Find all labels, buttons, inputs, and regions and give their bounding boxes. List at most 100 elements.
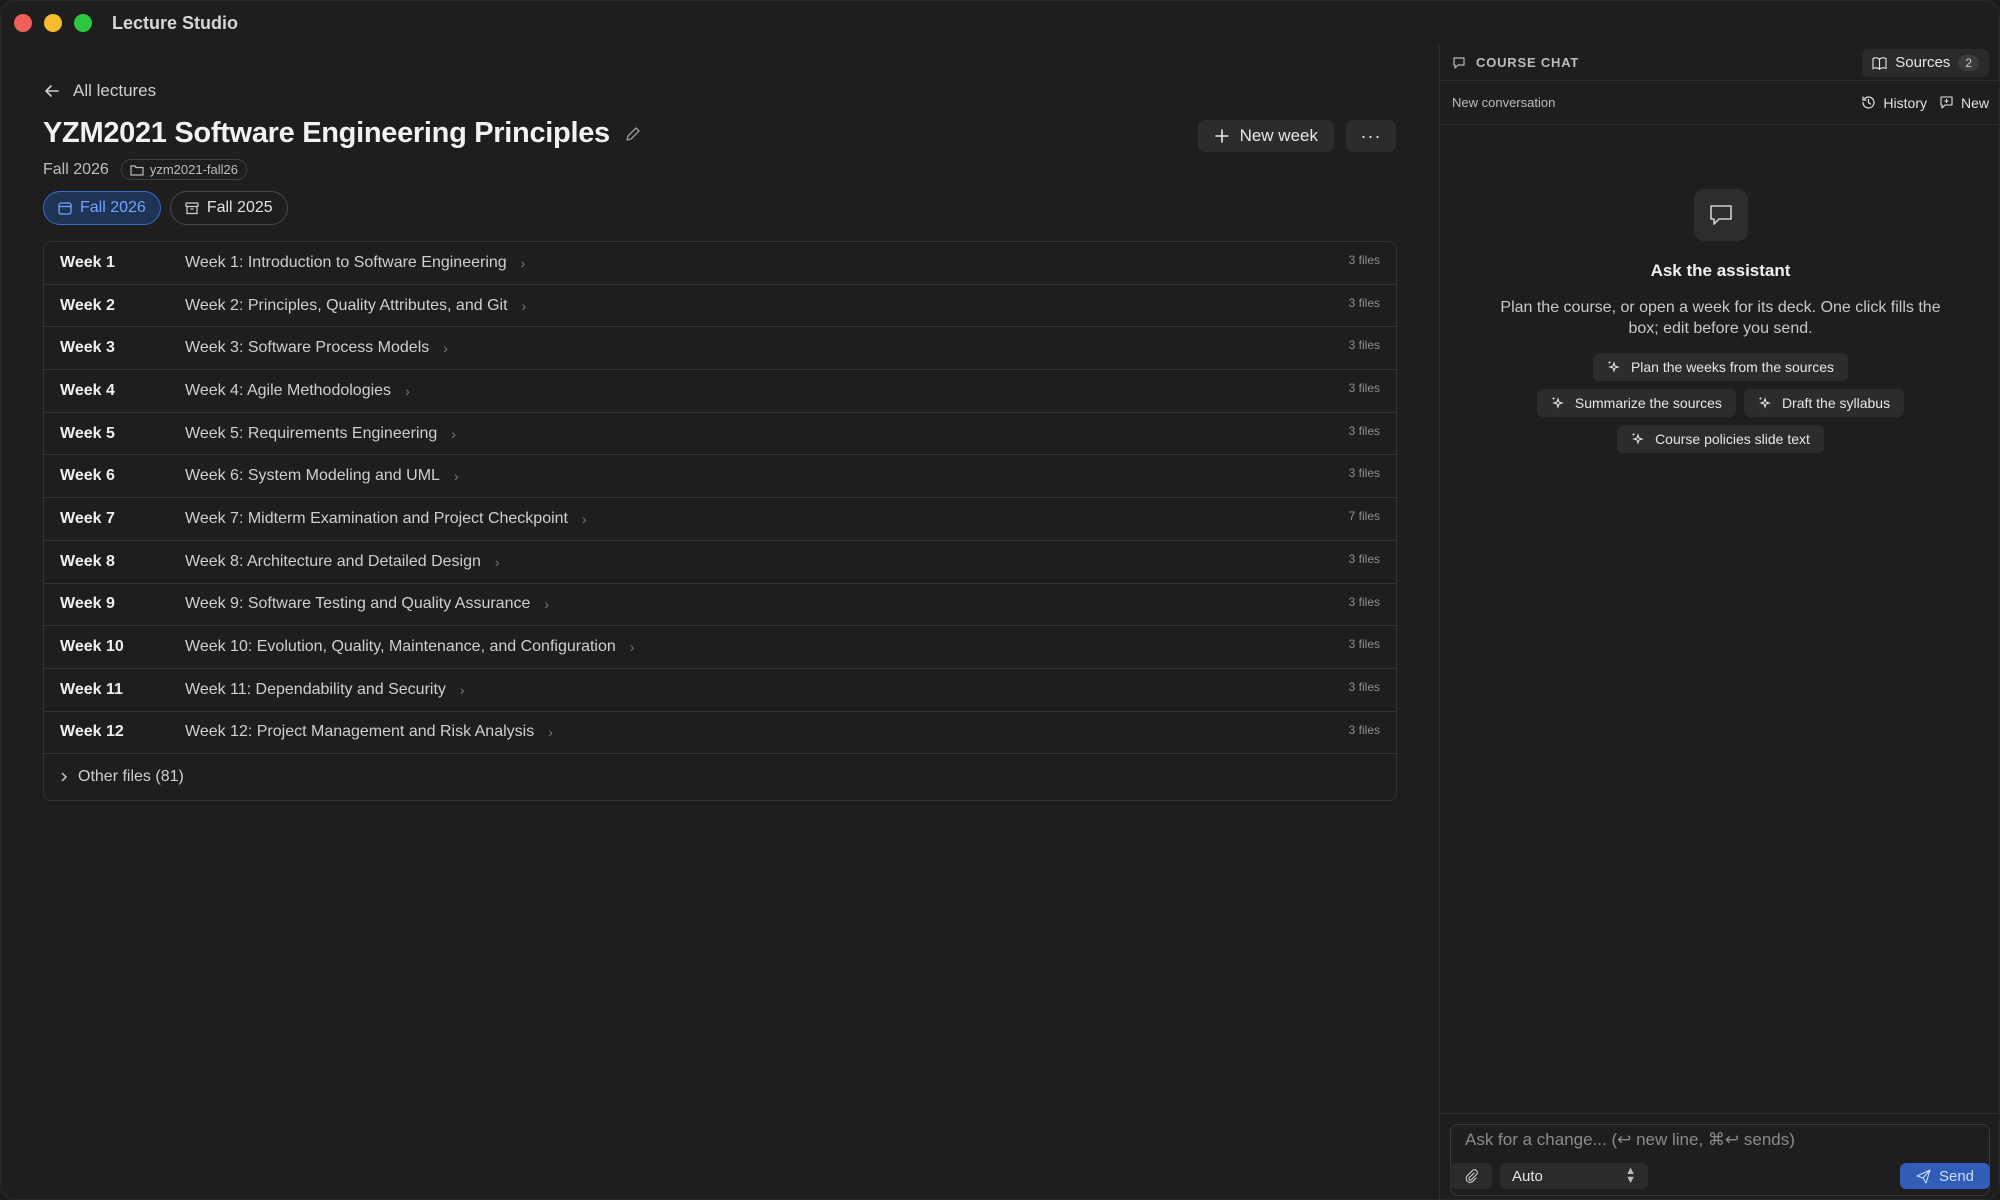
week-title: Week 6: System Modeling and UML <box>185 467 440 485</box>
conversation-bar: New conversation History New <box>1440 81 1999 125</box>
select-arrows-icon: ▲ ▼ <box>1625 1165 1636 1186</box>
week-title: Week 11: Dependability and Security <box>185 680 446 698</box>
week-title: Week 3: Software Process Models <box>185 339 430 357</box>
week-title: Week 8: Architecture and Detailed Design <box>185 552 481 570</box>
tab-semester-fall-2026[interactable]: Fall 2026 <box>43 191 161 225</box>
conversation-title: New conversation <box>1452 95 1556 110</box>
chevron-right-icon <box>61 772 67 782</box>
week-number: Week 1 <box>60 253 115 271</box>
week-title: Week 12: Project Management and Risk Ana… <box>185 723 535 741</box>
plus-icon <box>1214 129 1229 143</box>
paperclip-icon <box>1465 1168 1478 1183</box>
new-week-button[interactable]: New week <box>1197 120 1334 152</box>
week-row-9[interactable]: Week 9 Week 9: Software Testing and Quali… <box>44 584 1396 627</box>
week-number: Week 3 <box>60 339 115 357</box>
week-title: Week 2: Principles, Quality Attributes, … <box>185 296 508 314</box>
week-row-8[interactable]: Week 8 Week 8: Architecture and Detailed … <box>44 541 1396 584</box>
assistant-empty-state: Ask the assistant Plan the course, or op… <box>1440 189 1999 453</box>
minimize-window-button[interactable] <box>44 14 62 32</box>
more-options-button[interactable]: ··· <box>1346 120 1396 152</box>
back-to-lectures-link[interactable]: All lectures <box>43 81 156 101</box>
course-slug-badge: yzm2021-fall26 <box>120 159 247 180</box>
week-row-1[interactable]: Week 1 Week 1: Introduction to Software E… <box>44 242 1396 285</box>
chevron-right-icon: › <box>453 468 459 485</box>
suggestion-label: Course policies slide text <box>1655 431 1810 447</box>
ellipsis-icon: ··· <box>1360 125 1382 146</box>
composer-toolbar: Auto ▲ ▼ Send <box>1450 1161 1990 1191</box>
week-title: Week 4: Agile Methodologies <box>185 381 392 399</box>
book-icon <box>1872 56 1887 70</box>
pencil-edit-icon[interactable] <box>624 125 642 143</box>
suggestion-chip[interactable]: Plan the weeks from the sources <box>1592 353 1849 381</box>
tab-semester-fall-2025[interactable]: Fall 2025 <box>169 191 288 225</box>
week-row-4[interactable]: Week 4 Week 4: Agile Methodologies › 3 file… <box>44 370 1396 413</box>
mode-value: Auto <box>1512 1167 1543 1185</box>
assistant-description: Plan the course, or open a week for its … <box>1500 299 1941 337</box>
week-row-11[interactable]: Week 11 Week 11: Dependability and Securi… <box>44 669 1396 712</box>
archive-icon <box>185 202 199 215</box>
zoom-window-button[interactable] <box>74 14 92 32</box>
send-icon <box>1916 1168 1931 1184</box>
suggestion-label: Summarize the sources <box>1574 395 1722 411</box>
history-label: History <box>1883 94 1927 111</box>
week-file-count: 3 files <box>1348 637 1380 652</box>
week-row-10[interactable]: Week 10 Week 10: Evolution, Quality, Main… <box>44 626 1396 669</box>
week-number: Week 10 <box>60 638 124 656</box>
sparkle-icon <box>1632 433 1644 445</box>
week-number: Week 7 <box>60 509 115 527</box>
new-week-label: New week <box>1239 126 1318 145</box>
week-file-count: 3 files <box>1348 551 1380 566</box>
week-number: Week 2 <box>60 296 115 314</box>
week-number: Week 6 <box>60 467 115 485</box>
suggestion-chips: Plan the weeks from the sources Summariz… <box>1511 353 1931 453</box>
chevron-right-icon: › <box>629 639 635 656</box>
chevron-right-icon: › <box>451 425 456 442</box>
chat-input[interactable] <box>1451 1125 1989 1155</box>
chat-header: COURSE CHAT Sources 2 <box>1440 45 1999 81</box>
attach-button[interactable] <box>1450 1163 1492 1189</box>
chat-header-text: COURSE CHAT <box>1476 55 1580 70</box>
chip-row: Course policies slide text <box>1511 425 1931 453</box>
close-window-button[interactable] <box>14 14 32 32</box>
suggestion-label: Plan the weeks from the sources <box>1630 359 1835 375</box>
new-conversation-button[interactable]: New <box>1939 95 1989 111</box>
chevron-right-icon: › <box>548 724 553 741</box>
chevron-right-icon: › <box>582 510 587 527</box>
arrow-left-icon <box>45 85 59 97</box>
new-chat-icon <box>1940 96 1953 109</box>
suggestion-chip[interactable]: Draft the syllabus <box>1743 389 1905 417</box>
week-row-2[interactable]: Week 2 Week 2: Principles, Quality Attrib… <box>44 285 1396 328</box>
week-row-6[interactable]: Week 6 Week 6: System Modeling and UML › 3 … <box>44 455 1396 499</box>
week-title: Week 9: Software Testing and Quality Ass… <box>185 595 531 613</box>
assistant-title: Ask the assistant <box>1650 261 1791 280</box>
tab-label: Fall 2026 <box>80 199 146 216</box>
suggestion-label: Draft the syllabus <box>1781 395 1891 411</box>
chevron-right-icon: › <box>443 340 448 357</box>
week-number: Week 11 <box>60 680 123 698</box>
sparkle-icon <box>1552 397 1564 409</box>
course-main-panel: All lectures YZM2021 Software Engineerin… <box>1 45 1441 1199</box>
week-file-count: 3 files <box>1348 466 1380 481</box>
week-number: Week 12 <box>60 723 124 741</box>
suggestion-chip[interactable]: Summarize the sources <box>1536 389 1736 417</box>
chevron-right-icon: › <box>521 297 527 314</box>
mode-select[interactable]: Auto ▲ ▼ <box>1500 1163 1648 1189</box>
app-window: Lecture Studio All lectures YZM2021 Soft… <box>0 0 2000 1200</box>
week-row-5[interactable]: Week 5 Week 5: Requirements Engineering › 3… <box>44 413 1396 456</box>
week-row-3[interactable]: Week 3 Week 3: Software Process Models › 3 … <box>44 327 1396 371</box>
other-files-toggle[interactable]: Other files (81) <box>44 754 1396 800</box>
week-number: Week 4 <box>60 381 115 399</box>
chip-row: Summarize the sources Draft the syllabus <box>1511 389 1931 417</box>
history-icon <box>1862 96 1876 109</box>
history-button[interactable]: History <box>1861 95 1927 111</box>
send-button[interactable]: Send <box>1900 1163 1990 1189</box>
week-title: Week 1: Introduction to Software Enginee… <box>185 253 507 271</box>
week-row-12[interactable]: Week 12 Week 12: Project Management and R… <box>44 712 1396 755</box>
week-title: Week 10: Evolution, Quality, Maintenance… <box>185 638 616 656</box>
week-row-7[interactable]: Week 7 Week 7: Midterm Examination and Pr… <box>44 498 1396 541</box>
chevron-right-icon: › <box>544 596 550 613</box>
sources-button[interactable]: Sources 2 <box>1862 48 1989 77</box>
app-title: Lecture Studio <box>112 12 239 33</box>
suggestion-chip[interactable]: Course policies slide text <box>1617 425 1824 453</box>
week-file-count: 3 files <box>1348 594 1380 609</box>
